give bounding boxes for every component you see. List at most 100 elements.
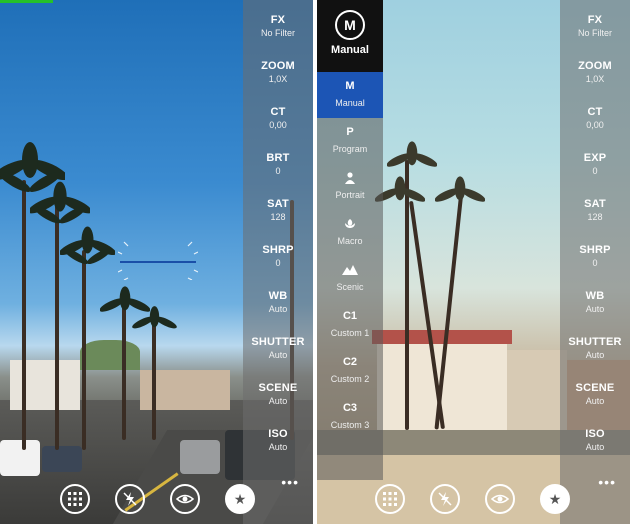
setting-label: ISO <box>585 428 605 440</box>
setting-value: 1,0X <box>268 74 288 84</box>
setting-wb[interactable]: WB Auto <box>243 290 313 314</box>
mode-item-macro[interactable]: Macro <box>317 210 383 256</box>
mode-menu: M Manual M Manual P Program Portrait Mac… <box>317 0 383 480</box>
setting-value: Auto <box>585 350 605 360</box>
setting-label: SHRP <box>579 244 611 256</box>
mode-label: Macro <box>337 236 363 246</box>
camera-viewfinder-left[interactable]: FX No Filter ZOOM 1,0X CT 0,00 BRT 0 SAT… <box>0 0 313 524</box>
mode-label: Custom 2 <box>330 374 370 384</box>
star-icon: ★ <box>233 491 247 507</box>
setting-scene[interactable]: SCENE Auto <box>560 382 630 406</box>
custom-1-icon: C1 <box>342 310 358 322</box>
setting-label: FX <box>270 14 286 26</box>
setting-shutter[interactable]: SHUTTER Auto <box>560 336 630 360</box>
setting-iso[interactable]: ISO Auto <box>560 428 630 452</box>
flower-icon <box>317 218 383 232</box>
mode-item-custom-2[interactable]: C2 Custom 2 <box>317 348 383 394</box>
grid-icon <box>383 492 397 506</box>
favorites-button[interactable]: ★ <box>540 484 570 514</box>
setting-ct[interactable]: CT 0,00 <box>560 106 630 130</box>
setting-label: FX <box>587 14 603 26</box>
mode-item-custom-3[interactable]: C3 Custom 3 <box>317 394 383 440</box>
progress-indicator <box>0 0 54 3</box>
program-icon: P <box>346 126 354 138</box>
grid-button[interactable] <box>60 484 90 514</box>
capture-mode-button[interactable] <box>485 484 515 514</box>
mode-item-scenic[interactable]: Scenic <box>317 256 383 302</box>
setting-label: SCENE <box>575 382 615 394</box>
capture-mode-button[interactable] <box>170 484 200 514</box>
mode-label: Scenic <box>336 282 364 292</box>
mode-label: Custom 3 <box>330 420 370 430</box>
setting-value: Auto <box>268 396 288 406</box>
setting-label: SCENE <box>258 382 298 394</box>
mode-item-manual[interactable]: M Manual <box>317 72 383 118</box>
setting-value: Auto <box>268 350 288 360</box>
flash-off-button[interactable] <box>115 484 145 514</box>
setting-label: SAT <box>267 198 289 210</box>
mode-item-portrait[interactable]: Portrait <box>317 164 383 210</box>
setting-iso[interactable]: ISO Auto <box>243 428 313 452</box>
star-icon: ★ <box>548 491 562 507</box>
camera-viewfinder-right[interactable]: M Manual M Manual P Program Portrait Mac… <box>317 0 630 524</box>
mode-item-custom-1[interactable]: C1 Custom 1 <box>317 302 383 348</box>
setting-brt[interactable]: BRT 0 <box>243 152 313 176</box>
setting-shrp[interactable]: SHRP 0 <box>560 244 630 268</box>
eye-icon <box>490 494 510 504</box>
setting-value: 128 <box>587 212 603 222</box>
setting-value: Auto <box>585 396 605 406</box>
setting-label: ZOOM <box>261 60 295 72</box>
setting-value: 0 <box>275 166 281 176</box>
settings-rail: FX No Filter ZOOM 1,0X CT 0,00 BRT 0 SAT… <box>243 0 313 524</box>
setting-fx[interactable]: FX No Filter <box>560 14 630 38</box>
setting-label: CT <box>587 106 603 118</box>
setting-value: 0 <box>592 258 598 268</box>
setting-wb[interactable]: WB Auto <box>560 290 630 314</box>
app-bar: ★ ••• <box>0 474 313 524</box>
setting-value: Auto <box>268 442 288 452</box>
setting-exp[interactable]: EXP 0 <box>560 152 630 176</box>
setting-label: EXP <box>583 152 607 164</box>
setting-value: 0 <box>592 166 598 176</box>
setting-sat[interactable]: SAT 128 <box>243 198 313 222</box>
setting-value: Auto <box>585 304 605 314</box>
setting-zoom[interactable]: ZOOM 1,0X <box>243 60 313 84</box>
focus-reticle-icon <box>118 241 198 280</box>
setting-shrp[interactable]: SHRP 0 <box>243 244 313 268</box>
setting-value: Auto <box>268 304 288 314</box>
more-button[interactable]: ••• <box>598 474 616 490</box>
manual-icon: M <box>345 80 355 92</box>
setting-value: No Filter <box>260 28 295 38</box>
app-bar: ★ ••• <box>317 474 630 524</box>
setting-label: SAT <box>584 198 606 210</box>
setting-label: CT <box>270 106 286 118</box>
person-icon <box>317 172 383 186</box>
setting-scene[interactable]: SCENE Auto <box>243 382 313 406</box>
setting-value: 0,00 <box>586 120 604 130</box>
setting-value: 0 <box>275 258 281 268</box>
setting-zoom[interactable]: ZOOM 1,0X <box>560 60 630 84</box>
mode-item-program[interactable]: P Program <box>317 118 383 164</box>
mode-label: Program <box>332 144 368 154</box>
custom-3-icon: C3 <box>342 402 358 414</box>
flash-off-button[interactable] <box>430 484 460 514</box>
favorites-button[interactable]: ★ <box>225 484 255 514</box>
setting-fx[interactable]: FX No Filter <box>243 14 313 38</box>
setting-label: WB <box>585 290 605 302</box>
setting-sat[interactable]: SAT 128 <box>560 198 630 222</box>
mode-label: Custom 1 <box>330 328 370 338</box>
more-button[interactable]: ••• <box>281 474 299 490</box>
setting-label: SHUTTER <box>568 336 622 348</box>
mountain-icon <box>317 264 383 278</box>
mode-header[interactable]: M Manual <box>317 0 383 72</box>
setting-value: 0,00 <box>269 120 287 130</box>
settings-rail: FX No Filter ZOOM 1,0X CT 0,00 EXP 0 SAT… <box>560 0 630 524</box>
grid-button[interactable] <box>375 484 405 514</box>
setting-value: No Filter <box>577 28 612 38</box>
setting-shutter[interactable]: SHUTTER Auto <box>243 336 313 360</box>
setting-label: ISO <box>268 428 288 440</box>
setting-value: Auto <box>585 442 605 452</box>
setting-label: BRT <box>266 152 290 164</box>
flash-off-icon <box>438 492 452 506</box>
setting-ct[interactable]: CT 0,00 <box>243 106 313 130</box>
